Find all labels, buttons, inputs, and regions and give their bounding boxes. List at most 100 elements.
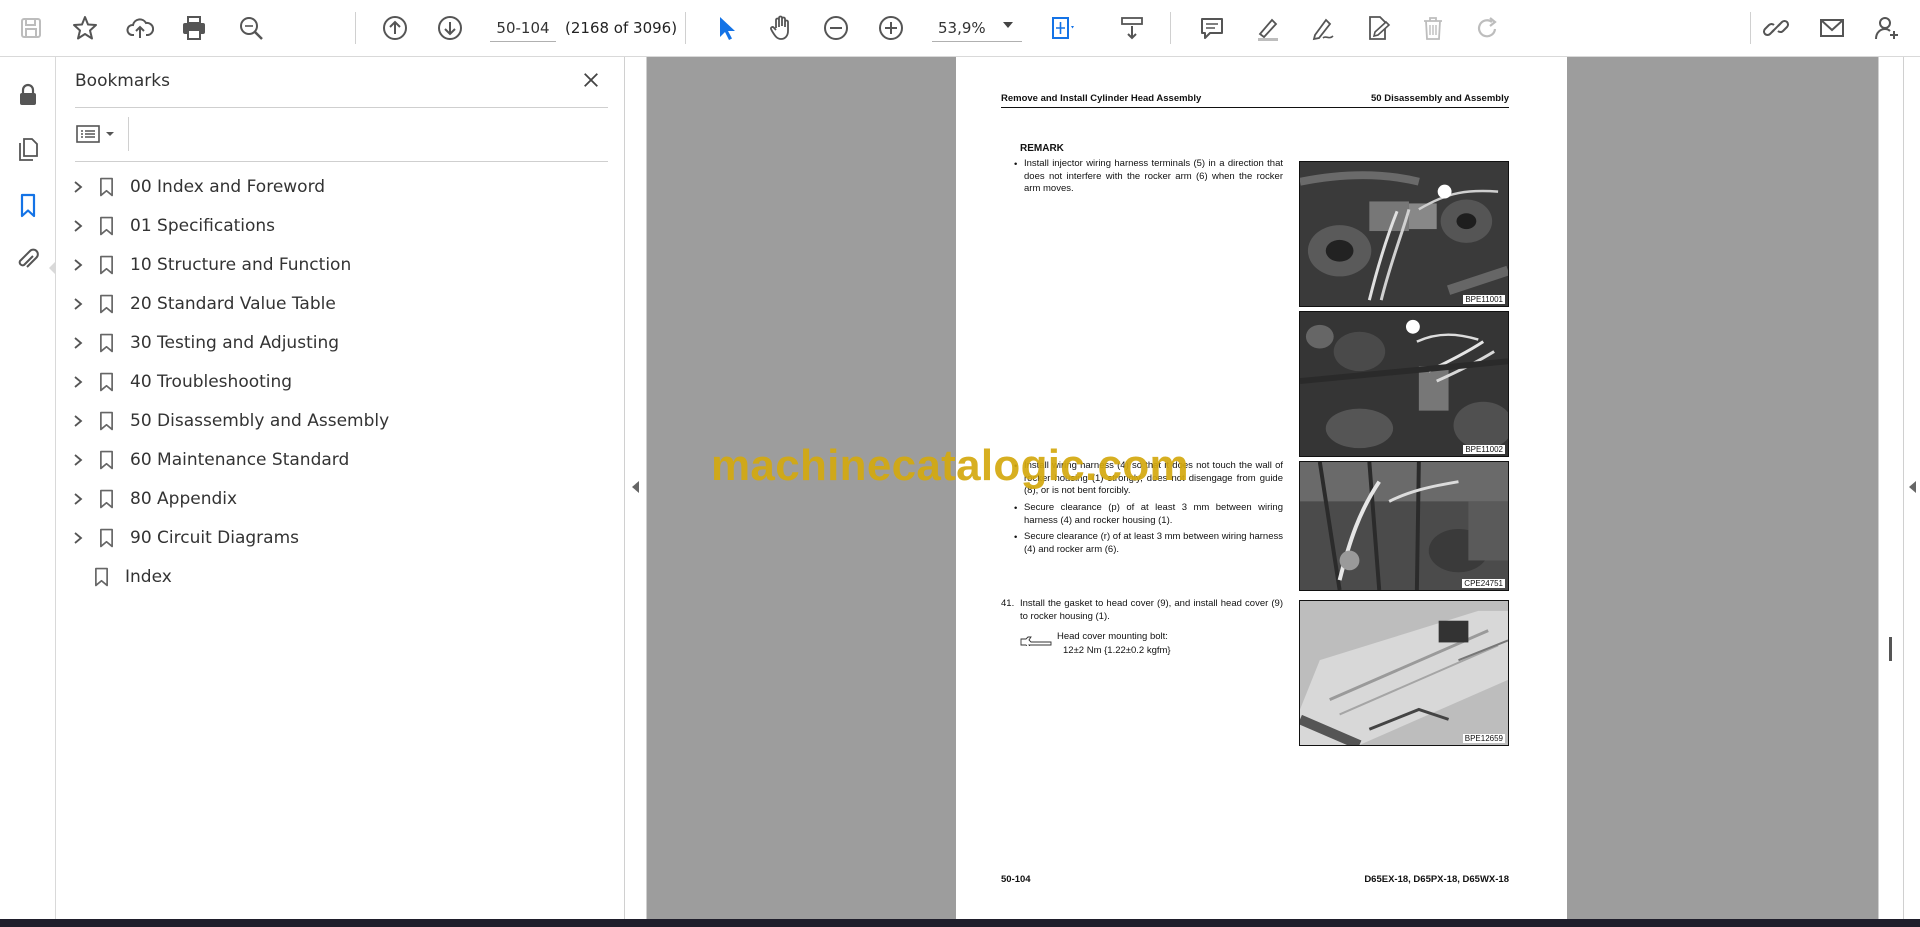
- bookmark-icon: [96, 331, 116, 355]
- bookmarks-icon[interactable]: [10, 187, 46, 223]
- fit-page-icon[interactable]: [1044, 10, 1080, 46]
- bookmark-item-40-troubleshooting[interactable]: 40 Troubleshooting: [56, 362, 625, 401]
- bookmark-label: 00 Index and Foreword: [130, 176, 326, 197]
- bookmark-options-menu[interactable]: [75, 119, 121, 149]
- bookmark-item-01-specifications[interactable]: 01 Specifications: [56, 206, 625, 245]
- engine-photo-head-cover: BPE12659: [1299, 600, 1509, 746]
- bookmark-item-10-structure-function[interactable]: 10 Structure and Function: [56, 245, 625, 284]
- bookmark-item-80-appendix[interactable]: 80 Appendix: [56, 479, 625, 518]
- photo-code: CPE24751: [1462, 579, 1505, 588]
- vertical-scrollbar[interactable]: [1878, 57, 1903, 919]
- engine-photo-wiring-harness: CPE24751: [1299, 461, 1509, 591]
- bookmark-label: 30 Testing and Adjusting: [130, 332, 340, 353]
- bookmark-label: 80 Appendix: [130, 488, 238, 509]
- page-number-input[interactable]: [490, 14, 556, 42]
- chevron-right-icon[interactable]: [70, 257, 86, 273]
- bookmark-item-50-disassembly-assembly[interactable]: 50 Disassembly and Assembly: [56, 401, 625, 440]
- bookmark-item-20-standard-value-table[interactable]: 20 Standard Value Table: [56, 284, 625, 323]
- list-options-icon: [76, 125, 100, 143]
- bookmark-item-00-index-foreword[interactable]: 00 Index and Foreword: [56, 167, 625, 206]
- bookmark-item-90-circuit-diagrams[interactable]: 90 Circuit Diagrams: [56, 518, 625, 557]
- star-icon[interactable]: [67, 10, 103, 46]
- bookmark-label: 50 Disassembly and Assembly: [130, 410, 390, 431]
- highlight-pen-icon[interactable]: [1250, 10, 1286, 46]
- step-number: 41.: [1001, 598, 1015, 609]
- bookmark-label: 01 Specifications: [130, 215, 276, 236]
- zoom-in-icon[interactable]: [873, 10, 909, 46]
- bookmark-label: 60 Maintenance Standard: [130, 449, 350, 470]
- chevron-right-icon[interactable]: [70, 452, 86, 468]
- page-header-right: 50 Disassembly and Assembly: [1371, 93, 1509, 104]
- email-icon[interactable]: [1814, 10, 1850, 46]
- chevron-down-icon: [106, 132, 114, 136]
- zoom-level-input[interactable]: [932, 14, 1022, 42]
- chevron-right-icon[interactable]: [70, 218, 86, 234]
- bookmark-icon: [91, 565, 111, 589]
- chevron-right-icon[interactable]: [70, 530, 86, 546]
- select-cursor-icon[interactable]: [708, 10, 744, 46]
- bookmark-icon: [96, 292, 116, 316]
- comment-icon[interactable]: [1194, 10, 1230, 46]
- chevron-right-icon[interactable]: [70, 491, 86, 507]
- bookmark-item-30-testing-adjusting[interactable]: 30 Testing and Adjusting: [56, 323, 625, 362]
- bookmark-icon: [96, 409, 116, 433]
- bookmark-icon: [96, 253, 116, 277]
- chevron-right-icon[interactable]: [70, 179, 86, 195]
- engine-photo-injector-terminals: BPE11001: [1299, 161, 1509, 307]
- bookmark-item-60-maintenance-standard[interactable]: 60 Maintenance Standard: [56, 440, 625, 479]
- torque-wrench-icon: [1020, 636, 1052, 646]
- chevron-right-icon[interactable]: [70, 335, 86, 351]
- bookmark-label: 10 Structure and Function: [130, 254, 352, 275]
- collapse-panel-button[interactable]: [625, 57, 647, 919]
- bookmark-icon: [96, 448, 116, 472]
- share-link-icon[interactable]: [1758, 10, 1794, 46]
- left-tool-rail: [0, 57, 56, 919]
- delete-icon[interactable]: [1415, 10, 1451, 46]
- taskbar-strip: [0, 919, 1920, 927]
- cloud-upload-icon[interactable]: [122, 10, 158, 46]
- top-toolbar: (2168 of 3096): [0, 0, 1920, 57]
- active-panel-indicator: [49, 261, 56, 275]
- chevron-right-icon[interactable]: [70, 374, 86, 390]
- draw-pen-icon[interactable]: [1305, 10, 1341, 46]
- close-icon[interactable]: [576, 65, 606, 95]
- bookmark-label: 90 Circuit Diagrams: [130, 527, 300, 548]
- fill-sign-icon[interactable]: [1360, 10, 1396, 46]
- page-thumbnails-icon[interactable]: [10, 131, 46, 167]
- add-user-icon[interactable]: [1869, 10, 1905, 46]
- zoom-dropdown-chevron-icon[interactable]: [1003, 22, 1013, 28]
- page-footer-right: D65EX-18, D65PX-18, D65WX-18: [1364, 874, 1509, 885]
- save-icon[interactable]: [13, 10, 49, 46]
- photo-code: BPE12659: [1462, 734, 1505, 743]
- right-panel-toggle[interactable]: [1903, 57, 1920, 919]
- torque-label: Head cover mounting bolt:: [1057, 631, 1168, 642]
- chevron-right-icon[interactable]: [70, 413, 86, 429]
- scroll-mode-icon[interactable]: [1114, 10, 1150, 46]
- zoom-out-icon[interactable]: [818, 10, 854, 46]
- torque-value: 12±2 Nm {1.22±0.2 kgfm}: [1063, 645, 1171, 656]
- bookmark-icon: [96, 214, 116, 238]
- chevron-right-icon[interactable]: [70, 296, 86, 312]
- bookmark-icon: [96, 487, 116, 511]
- bookmark-label: 40 Troubleshooting: [130, 371, 293, 392]
- zoom-search-icon[interactable]: [233, 10, 269, 46]
- panel-title: Bookmarks: [75, 71, 170, 91]
- chevron-left-icon: [1909, 481, 1916, 493]
- chevron-left-icon: [632, 481, 639, 493]
- bookmarks-panel: Bookmarks 00 Index and Foreword 01 Speci…: [56, 57, 625, 919]
- bookmark-item-index[interactable]: Index: [56, 557, 625, 596]
- bullet-text: Secure clearance (r) of at least 3 mm be…: [1024, 531, 1283, 555]
- step-text: Install the gasket to head cover (9), an…: [1020, 598, 1283, 622]
- print-icon[interactable]: [176, 10, 212, 46]
- bookmark-list: 00 Index and Foreword 01 Specifications …: [56, 167, 625, 596]
- lock-icon[interactable]: [10, 77, 46, 113]
- next-page-icon[interactable]: [432, 10, 468, 46]
- watermark-text: machinecatalogic.com: [711, 441, 1189, 490]
- page-header-left: Remove and Install Cylinder Head Assembl…: [1001, 93, 1202, 104]
- attachments-icon[interactable]: [10, 242, 46, 278]
- previous-page-icon[interactable]: [377, 10, 413, 46]
- remark-heading: REMARK: [1020, 143, 1064, 154]
- scrollbar-thumb[interactable]: [1889, 637, 1892, 661]
- redo-icon[interactable]: [1470, 10, 1506, 46]
- hand-tool-icon[interactable]: [763, 10, 799, 46]
